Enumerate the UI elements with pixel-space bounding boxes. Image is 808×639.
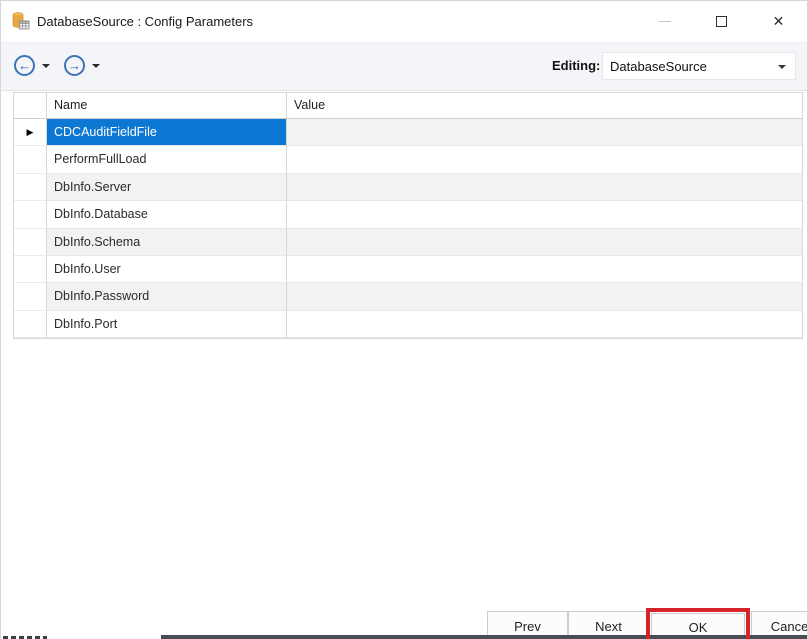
back-dropdown-caret-icon[interactable]	[42, 64, 50, 68]
param-value-cell[interactable]	[287, 229, 802, 256]
close-icon: ✕	[773, 14, 785, 28]
forward-dropdown-caret-icon[interactable]	[92, 64, 100, 68]
minimize-icon	[659, 21, 671, 22]
window-controls: ✕	[636, 1, 807, 41]
row-header-cell[interactable]	[14, 174, 47, 201]
config-parameters-dialog: DatabaseSource : Config Parameters ✕ ← →…	[0, 0, 808, 639]
param-value-cell[interactable]	[287, 119, 802, 146]
editing-combobox[interactable]: DatabaseSource	[602, 52, 796, 80]
minimize-button	[636, 1, 693, 41]
param-value-cell[interactable]	[287, 146, 802, 173]
row-header-cell[interactable]	[14, 146, 47, 173]
grid-corner-header	[14, 93, 47, 118]
table-row[interactable]: DbInfo.Password	[14, 283, 802, 310]
param-name-cell[interactable]: DbInfo.Password	[47, 283, 287, 310]
param-name-cell[interactable]: CDCAuditFieldFile	[47, 119, 287, 146]
forward-arrow-icon: →	[68, 58, 81, 73]
row-header-cell[interactable]: ▶	[14, 119, 47, 146]
column-header-value[interactable]: Value	[287, 93, 802, 118]
param-name-cell[interactable]: DbInfo.Port	[47, 311, 287, 338]
row-header-cell[interactable]	[14, 311, 47, 338]
grid-header-row: Name Value	[14, 93, 802, 119]
maximize-button[interactable]	[693, 1, 750, 41]
table-row[interactable]: DbInfo.Server	[14, 174, 802, 201]
current-row-indicator-icon: ▶	[27, 127, 34, 138]
param-name-cell[interactable]: DbInfo.User	[47, 256, 287, 283]
back-button[interactable]: ←	[14, 55, 35, 76]
row-header-cell[interactable]	[14, 229, 47, 256]
editing-combobox-value: DatabaseSource	[610, 59, 707, 74]
forward-button[interactable]: →	[64, 55, 85, 76]
row-header-cell[interactable]	[14, 256, 47, 283]
param-value-cell[interactable]	[287, 201, 802, 228]
toolbar: ← → Editing: DatabaseSource	[1, 42, 807, 91]
maximize-icon	[716, 16, 727, 27]
close-button[interactable]: ✕	[750, 1, 807, 41]
back-arrow-icon: ←	[18, 58, 31, 73]
table-row[interactable]: ▶ CDCAuditFieldFile	[14, 119, 802, 146]
window-title: DatabaseSource : Config Parameters	[37, 14, 253, 29]
screen-artifact-strip	[161, 635, 808, 639]
row-header-cell[interactable]	[14, 283, 47, 310]
table-row[interactable]: DbInfo.Port	[14, 311, 802, 338]
param-value-cell[interactable]	[287, 256, 802, 283]
database-table-icon	[12, 12, 30, 30]
combobox-caret-icon	[778, 65, 786, 69]
param-name-cell[interactable]: DbInfo.Server	[47, 174, 287, 201]
table-row[interactable]: DbInfo.Database	[14, 201, 802, 228]
param-value-cell[interactable]	[287, 283, 802, 310]
param-name-cell[interactable]: DbInfo.Schema	[47, 229, 287, 256]
param-name-cell[interactable]: DbInfo.Database	[47, 201, 287, 228]
param-value-cell[interactable]	[287, 174, 802, 201]
param-value-cell[interactable]	[287, 311, 802, 338]
config-parameters-grid: Name Value ▶ CDCAuditFieldFile PerformFu…	[13, 92, 803, 339]
title-bar: DatabaseSource : Config Parameters ✕	[1, 1, 807, 41]
column-header-name[interactable]: Name	[47, 93, 287, 118]
table-row[interactable]: DbInfo.User	[14, 256, 802, 283]
table-row[interactable]: PerformFullLoad	[14, 146, 802, 173]
param-name-cell[interactable]: PerformFullLoad	[47, 146, 287, 173]
editing-label: Editing:	[552, 58, 600, 73]
table-row[interactable]: DbInfo.Schema	[14, 229, 802, 256]
row-header-cell[interactable]	[14, 201, 47, 228]
